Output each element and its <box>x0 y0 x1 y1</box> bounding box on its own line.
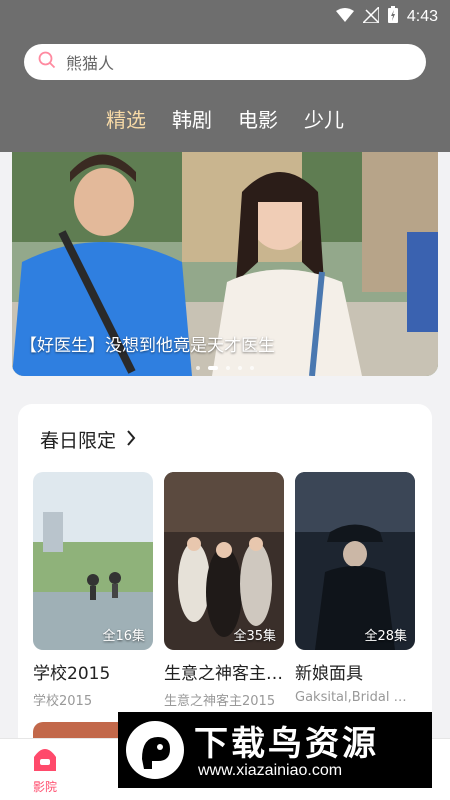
banner-carousel[interactable]: 【好医生】没想到他竟是天才医生 <box>12 152 438 376</box>
drama-subtitle: 生意之神客主2015 <box>164 694 276 709</box>
signal-off-icon <box>361 4 380 27</box>
battery-charging-icon <box>387 6 398 27</box>
tab-korean-drama[interactable]: 韩剧 <box>172 104 212 133</box>
drama-title: 学校2015 <box>33 664 111 684</box>
carousel-indicator <box>12 366 438 370</box>
wifi-icon <box>335 7 354 26</box>
drama-card[interactable]: 全16集 学校2015 学校2015 <box>33 472 153 709</box>
header: 4:43 熊猫人 精选 韩剧 电影 少儿 <box>0 0 450 152</box>
drama-poster: 全16集 <box>33 472 153 650</box>
watermark: 下载鸟资源 www.xiazainiao.com <box>118 712 432 788</box>
watermark-text: 下载鸟资源 <box>194 724 379 764</box>
carousel-dot <box>196 366 200 370</box>
carousel-dot <box>226 366 230 370</box>
nav-item-cinema[interactable]: 影院 <box>15 745 75 795</box>
tab-movies[interactable]: 电影 <box>238 104 278 133</box>
drama-subtitle: 学校2015 <box>33 694 93 709</box>
status-bar: 4:43 <box>0 0 450 30</box>
drama-card[interactable]: 全35集 生意之神客主2015 生意之神客主2015 <box>164 472 284 709</box>
tab-kids[interactable]: 少儿 <box>304 104 344 133</box>
tab-featured[interactable]: 精选 <box>106 104 146 133</box>
search-input[interactable]: 熊猫人 <box>24 44 426 80</box>
bird-logo-icon <box>124 719 186 781</box>
banner-caption: 【好医生】没想到他竟是天才医生 <box>20 336 275 356</box>
drama-subtitle: Gaksital,Bridal Mask <box>295 690 415 705</box>
carousel-dot <box>250 366 254 370</box>
episode-count: 全28集 <box>364 629 407 644</box>
search-placeholder: 熊猫人 <box>66 54 115 73</box>
carousel-dot-active <box>208 366 218 370</box>
drama-title: 生意之神客主2015 <box>164 664 284 684</box>
watermark-url: www.xiazainiao.com <box>198 762 343 779</box>
section-header[interactable]: 春日限定 <box>40 426 136 453</box>
search-icon <box>38 51 56 73</box>
drama-poster: 全35集 <box>164 472 284 650</box>
drama-poster: 全28集 <box>295 472 415 650</box>
cinema-icon <box>32 749 58 776</box>
drama-card[interactable]: 全28集 新娘面具 Gaksital,Bridal Mask <box>295 472 415 709</box>
drama-title: 新娘面具 <box>295 664 363 684</box>
section-title: 春日限定 <box>40 430 117 452</box>
status-time: 4:43 <box>406 7 438 25</box>
chevron-right-icon <box>126 429 136 451</box>
episode-count: 全35集 <box>233 629 276 644</box>
carousel-dot <box>238 366 242 370</box>
category-tabs: 精选 韩剧 电影 少儿 <box>0 104 450 133</box>
nav-label: 影院 <box>32 780 57 794</box>
episode-count: 全16集 <box>102 629 145 644</box>
